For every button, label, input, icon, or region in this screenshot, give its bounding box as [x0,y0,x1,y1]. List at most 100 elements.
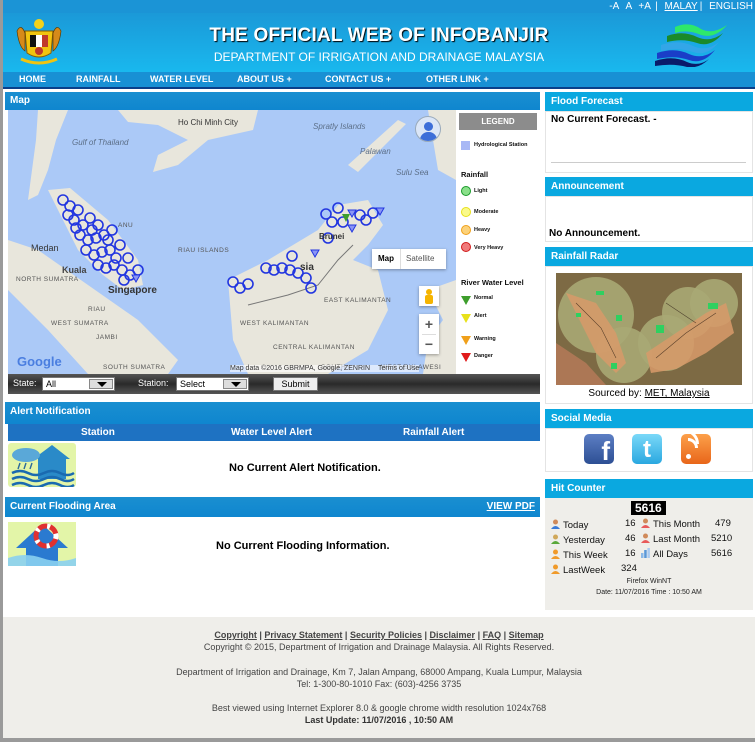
chevron-down-icon[interactable] [89,379,113,389]
footer-links: Copyright | Privacy Statement | Security… [3,630,755,640]
map-label-east-kalimantan: EAST KALIMANTAN [324,297,392,304]
announcement-message: No Announcement. [549,228,641,239]
column-water-level-alert: Water Level Alert [231,427,312,438]
map-label-west-sumatra: WEST SUMATRA [51,320,109,327]
street-view-profile-icon[interactable] [415,116,441,142]
legend-water-normal: Normal [474,295,493,301]
submit-button[interactable]: Submit [273,377,318,391]
nav-about-us[interactable]: ABOUT US + [237,74,292,84]
user-icon [551,564,560,574]
nav-home[interactable]: HOME [19,74,46,84]
hit-counter-title: Hit Counter [551,483,606,494]
map-label-terengganu: ANU [118,222,134,229]
font-smaller-link[interactable]: -A [609,1,618,12]
flooding-message: No Current Flooding Information. [216,540,390,552]
legend-hydro-station: Hydrological Station [474,142,528,148]
rainfall-radar-image[interactable] [556,273,742,385]
header-banner: THE OFFICIAL WEB OF INFOBANJIR DEPARTMEN… [3,13,755,72]
hit-counter-panel: 5616 Today 16 Yesterday 46 This Week 16 … [545,498,753,610]
legend-rainfall-heading: Rainfall [461,170,489,179]
legend-water-warning: Warning [474,336,496,342]
separator: | [342,630,350,640]
rainfall-radar-title: Rainfall Radar [551,251,619,262]
zoom-in-button[interactable]: + [419,314,439,334]
lang-english-link[interactable]: ENGLISH [709,1,753,12]
map-label-spratly: Spratly Islands [313,122,366,131]
view-pdf-link[interactable]: VIEW PDF [487,497,535,517]
footer-link-privacy[interactable]: Privacy Statement [264,630,342,640]
social-media-header: Social Media [545,409,753,428]
footer-link-security[interactable]: Security Policies [350,630,422,640]
lang-malay-link[interactable]: MALAY [665,1,698,12]
water-normal-icon [461,296,471,305]
radar-source: Sourced by: MET, Malaysia [546,388,752,399]
footer-link-sitemap[interactable]: Sitemap [509,630,544,640]
map-label-north-sumatra: NORTH SUMATRA [16,276,79,283]
met-malaysia-link[interactable]: MET, Malaysia [645,388,710,399]
hit-today-label: Today [563,520,589,531]
map-label-sulu-sea: Sulu Sea [396,168,429,177]
separator: | [501,630,509,640]
user-icon [641,518,650,528]
zoom-out-button[interactable]: − [419,334,439,354]
map-type-control: Map Satellite [372,249,446,269]
station-label: Station: [138,378,169,388]
radar-source-label: Sourced by: [588,388,642,399]
map-panel-header: Map [5,92,540,110]
map-label-brunei: Brunei [319,232,345,241]
chevron-down-icon[interactable] [223,379,247,389]
nav-rainfall[interactable]: RAINFALL [76,74,121,84]
font-larger-link[interactable]: +A [638,1,650,12]
rainfall-moderate-icon [461,207,471,217]
map-label-medan: Medan [31,243,59,253]
divider [551,162,746,163]
user-icon [551,549,560,559]
map-type-map-button[interactable]: Map [378,254,394,263]
flood-forecast-title: Flood Forecast [551,96,623,107]
twitter-icon[interactable]: t [632,434,662,464]
nav-contact-us[interactable]: CONTACT US + [325,74,391,84]
footer-link-faq[interactable]: FAQ [483,630,502,640]
state-select[interactable]: All [42,377,115,391]
alert-table-header: Station Water Level Alert Rainfall Alert [8,424,540,441]
map-label-palawan: Palawan [360,147,391,156]
nav-other-link[interactable]: OTHER LINK + [426,74,489,84]
footer-link-copyright[interactable]: Copyright [214,630,257,640]
legend-rainfall-light: Light [474,188,488,194]
google-logo: Google [17,354,62,369]
flood-map[interactable]: Ho Chi Minh City Gulf of Thailand Spratl… [8,110,540,374]
footer-copyright: Copyright © 2015, Department of Irrigati… [203,642,555,652]
rss-icon[interactable] [681,434,711,464]
map-type-satellite-button[interactable]: Satellite [406,254,434,263]
column-rainfall-alert: Rainfall Alert [403,427,465,438]
map-label-riau: RIAU [88,306,106,313]
station-select[interactable]: Select [176,377,249,391]
terms-of-use-link[interactable]: Terms of Use [378,365,419,372]
map-label-gulf-of-thailand: Gulf of Thailand [72,138,129,147]
rainfall-radar-header: Rainfall Radar [545,247,753,266]
hit-browser-info: Firefox WinNT [626,578,672,585]
hit-counter-header: Hit Counter [545,479,753,498]
user-icon [641,533,650,543]
column-station: Station [81,427,115,438]
map-panel-title: Map [10,95,30,106]
social-media-title: Social Media [551,413,612,424]
pegman-icon[interactable] [419,286,439,306]
rainfall-heavy-icon [461,225,471,235]
hit-counter-total: 5616 [631,501,666,515]
legend-button[interactable]: LEGEND [459,113,537,130]
font-normal-link[interactable]: A [625,1,631,12]
separator: | [699,1,703,12]
top-links: -A A +A | MALAY | ENGLISH [605,0,753,13]
map-data-text: Map data ©2016 GBRMPA, Google, ZENRIN [230,365,371,372]
water-danger-icon [461,353,471,362]
nav-water-level[interactable]: WATER LEVEL [150,74,213,84]
hit-all-days-value: 5616 [711,548,733,559]
footer-link-disclaimer[interactable]: Disclaimer [430,630,476,640]
map-label-singapore: Singapore [108,285,157,296]
facebook-icon[interactable]: f [584,434,614,466]
flooding-panel-title: Current Flooding Area [10,501,116,512]
hit-this-week-value: 16 [625,548,636,559]
legend-rainfall-heavy: Heavy [474,227,491,233]
site-subtitle: DEPARTMENT OF IRRIGATION AND DRAINAGE MA… [213,50,545,64]
